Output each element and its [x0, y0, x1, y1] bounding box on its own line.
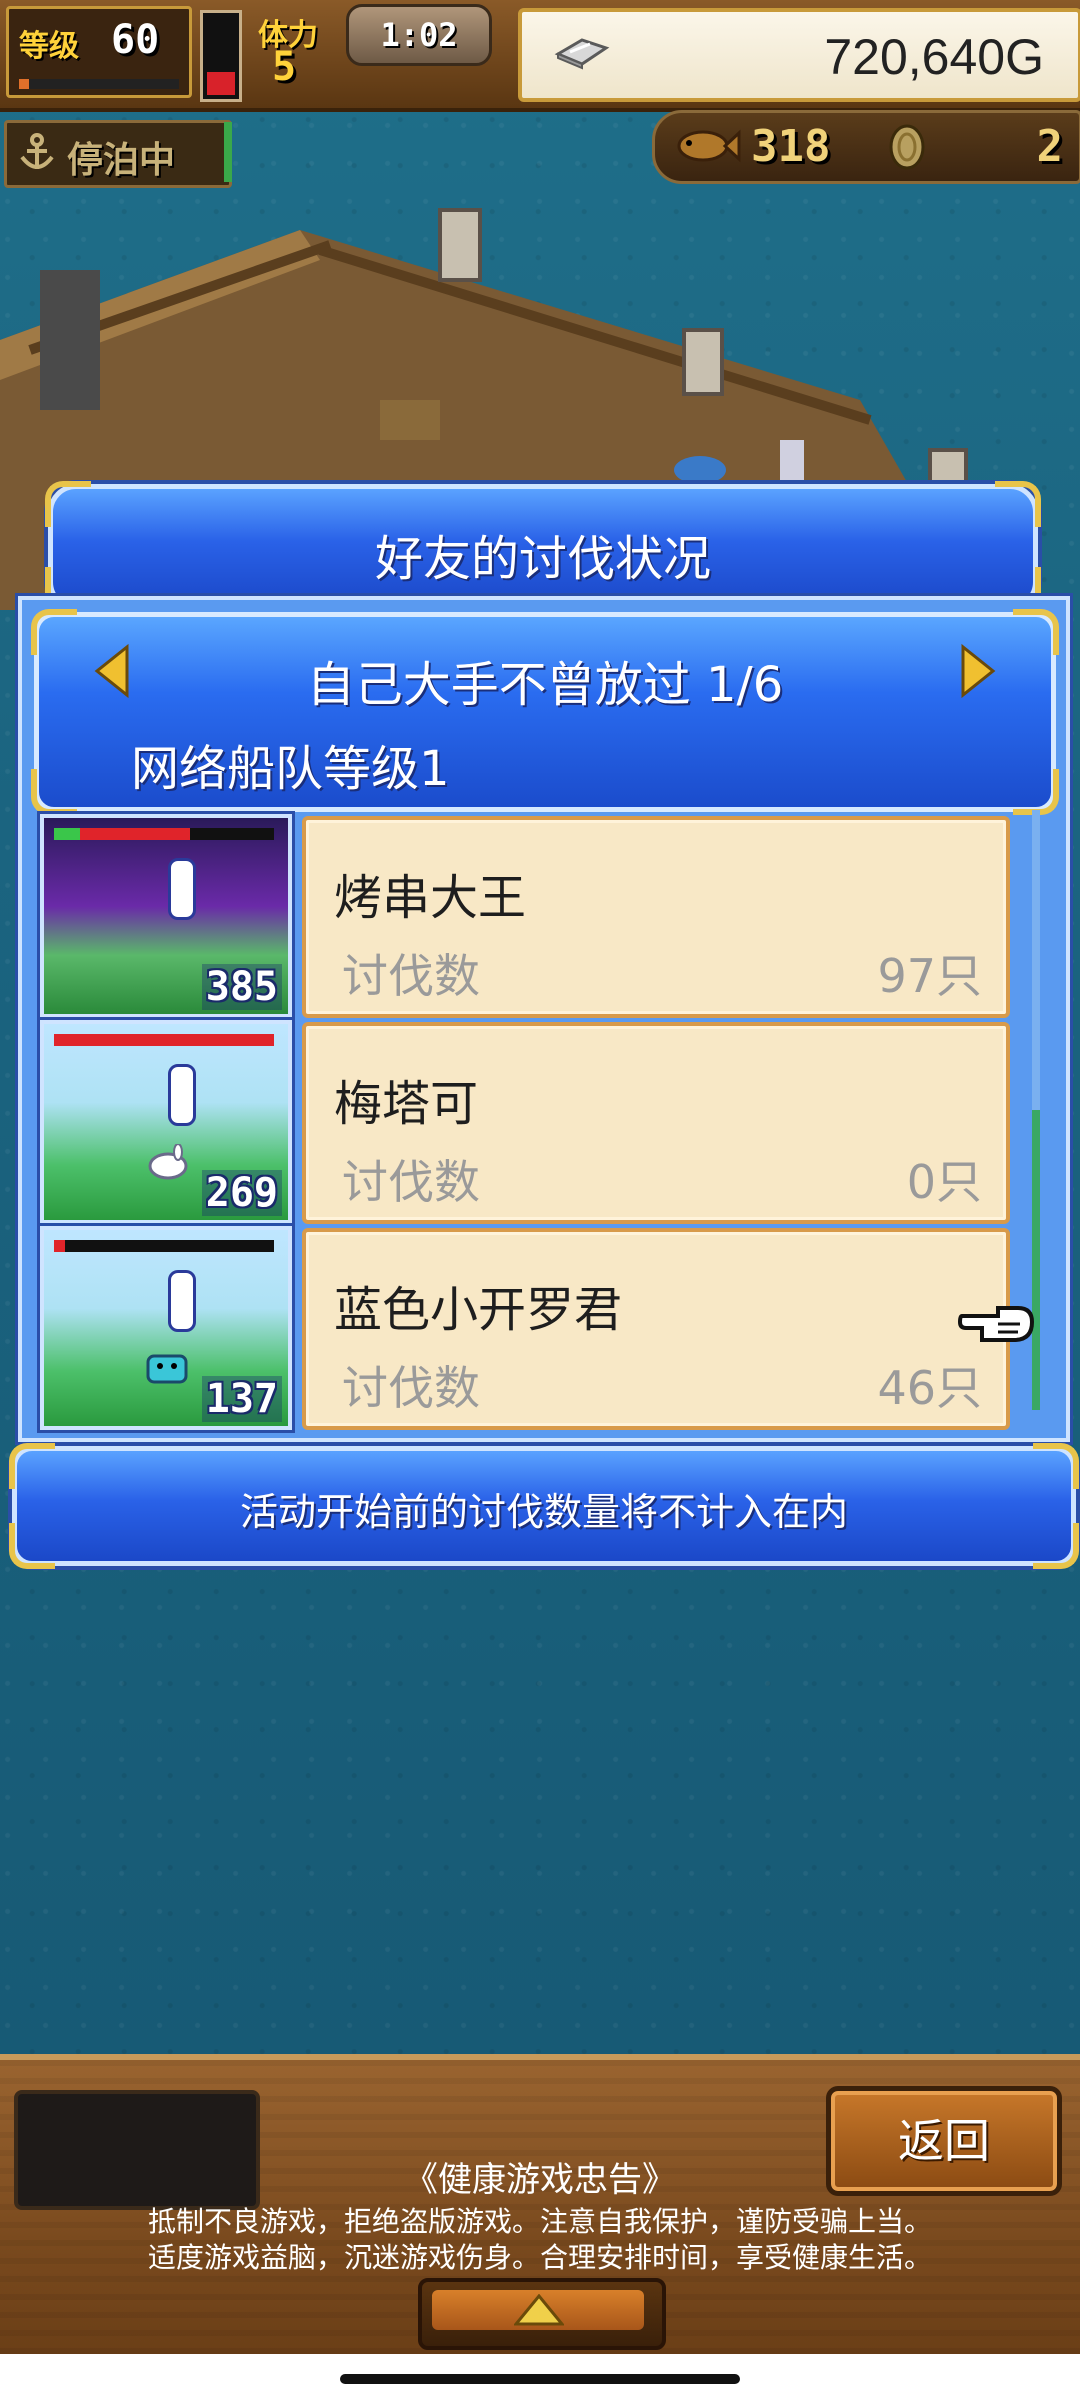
- status-badge: 停泊中: [4, 120, 232, 188]
- friend-row[interactable]: 137 蓝色小开罗君 讨伐数 46只: [40, 1226, 1040, 1430]
- monster-power: 385: [201, 964, 282, 1010]
- status-indicator: [224, 122, 232, 182]
- resource-display: 318 2: [652, 110, 1080, 184]
- monster-thumbnail: 385: [40, 814, 292, 1018]
- stamina-value: 5: [272, 44, 297, 90]
- exp-bar: [19, 79, 179, 89]
- friend-row[interactable]: 385 烤串大王 讨伐数 97只: [40, 814, 1040, 1018]
- coin-count: 2: [1036, 121, 1064, 172]
- friend-card: 梅塔可 讨伐数 0只: [302, 1022, 1010, 1224]
- pointing-hand-icon: [958, 1306, 1035, 1342]
- alert-icon: [168, 1270, 196, 1332]
- dialog-title: 好友的讨伐状况: [374, 531, 711, 587]
- count-label: 讨伐数: [342, 949, 480, 1003]
- hp-bar-green: [54, 828, 81, 840]
- hp-bar: [54, 1034, 274, 1046]
- friend-card: 蓝色小开罗君 讨伐数 46只: [302, 1228, 1010, 1430]
- monster-power: 269: [201, 1170, 282, 1216]
- level-badge: 等级 60: [6, 6, 192, 98]
- fleet-header: 自己大手不曾放过 1/6 网络船队等级1: [31, 609, 1059, 815]
- gold-display[interactable]: 720,640G: [518, 8, 1080, 102]
- monster-thumbnail: 137: [40, 1226, 292, 1430]
- hp-bar-fill: [54, 1034, 274, 1046]
- scrollbar-thumb[interactable]: [1032, 1110, 1040, 1410]
- friend-name: 梅塔可: [334, 1076, 479, 1132]
- expand-menu-button[interactable]: [418, 2278, 666, 2350]
- notice-text: 活动开始前的讨伐数量将不计入在内: [239, 1490, 848, 1534]
- count-label: 讨伐数: [342, 1361, 480, 1415]
- blue-monster-icon: [146, 1354, 188, 1384]
- health-advisory-title: 《健康游戏忠告》: [404, 2160, 676, 2200]
- stamina-gauge-fill: [207, 71, 235, 95]
- rabbit-monster-icon: [148, 1144, 188, 1180]
- dialog-title-banner: 好友的讨伐状况: [45, 481, 1041, 613]
- hp-bar-fill: [54, 1240, 65, 1252]
- bottom-bar: 返回 《健康游戏忠告》 抵制不良游戏，拒绝盗版游戏。注意自我保护，谨防受骗上当。…: [0, 2054, 1080, 2360]
- alert-icon: [168, 1064, 196, 1126]
- fleet-title: 自己大手不曾放过 1/6: [306, 657, 784, 713]
- level-label: 等级: [19, 29, 79, 64]
- hp-bar: [54, 828, 274, 840]
- gold-value: 720,640G: [824, 29, 1044, 85]
- top-hud: 等级 60 体力 5 1:02 720,640G: [0, 0, 1080, 112]
- subjugation-count: 97只: [877, 949, 982, 1003]
- silver-bar-icon: [554, 38, 610, 70]
- subjugation-count: 46只: [877, 1361, 982, 1415]
- friend-card: 烤串大王 讨伐数 97只: [302, 816, 1010, 1018]
- fish-icon: [677, 129, 741, 163]
- alert-icon: [168, 858, 196, 920]
- hp-bar: [54, 1240, 274, 1252]
- fleet-level: 网络船队等级1: [131, 741, 450, 797]
- friend-name: 蓝色小开罗君: [334, 1282, 623, 1338]
- friend-row[interactable]: 269 梅塔可 讨伐数 0只: [40, 1020, 1040, 1224]
- stamina-gauge: [200, 10, 242, 102]
- level-value: 60: [111, 17, 160, 63]
- count-label: 讨伐数: [342, 1155, 480, 1209]
- health-advisory-line-1: 抵制不良游戏，拒绝盗版游戏。注意自我保护，谨防受骗上当。: [147, 2205, 932, 2238]
- up-arrow-icon: [514, 2294, 564, 2326]
- stamina-timer: 1:02: [346, 4, 492, 66]
- status-text: 停泊中: [67, 140, 176, 181]
- exp-bar-fill: [19, 79, 29, 89]
- subjugation-count: 0只: [906, 1155, 982, 1209]
- anchor-icon: [20, 133, 54, 169]
- home-indicator[interactable]: [340, 2374, 740, 2384]
- coin-icon: [889, 124, 925, 170]
- next-page-arrow-icon[interactable]: [955, 643, 999, 699]
- fish-count: 318: [751, 121, 831, 172]
- monster-thumbnail: 269: [40, 1020, 292, 1224]
- friend-name: 烤串大王: [334, 870, 527, 926]
- friend-subjugation-panel: 自己大手不曾放过 1/6 网络船队等级1 385 烤串大王 讨伐数 97只 26…: [18, 596, 1070, 1442]
- health-advisory-line-2: 适度游戏益脑，沉迷游戏伤身。合理安排时间，享受健康生活。: [147, 2241, 932, 2274]
- monster-power: 137: [201, 1376, 282, 1422]
- notice-banner: 活动开始前的讨伐数量将不计入在内: [9, 1443, 1079, 1569]
- system-nav-area: [0, 2354, 1080, 2400]
